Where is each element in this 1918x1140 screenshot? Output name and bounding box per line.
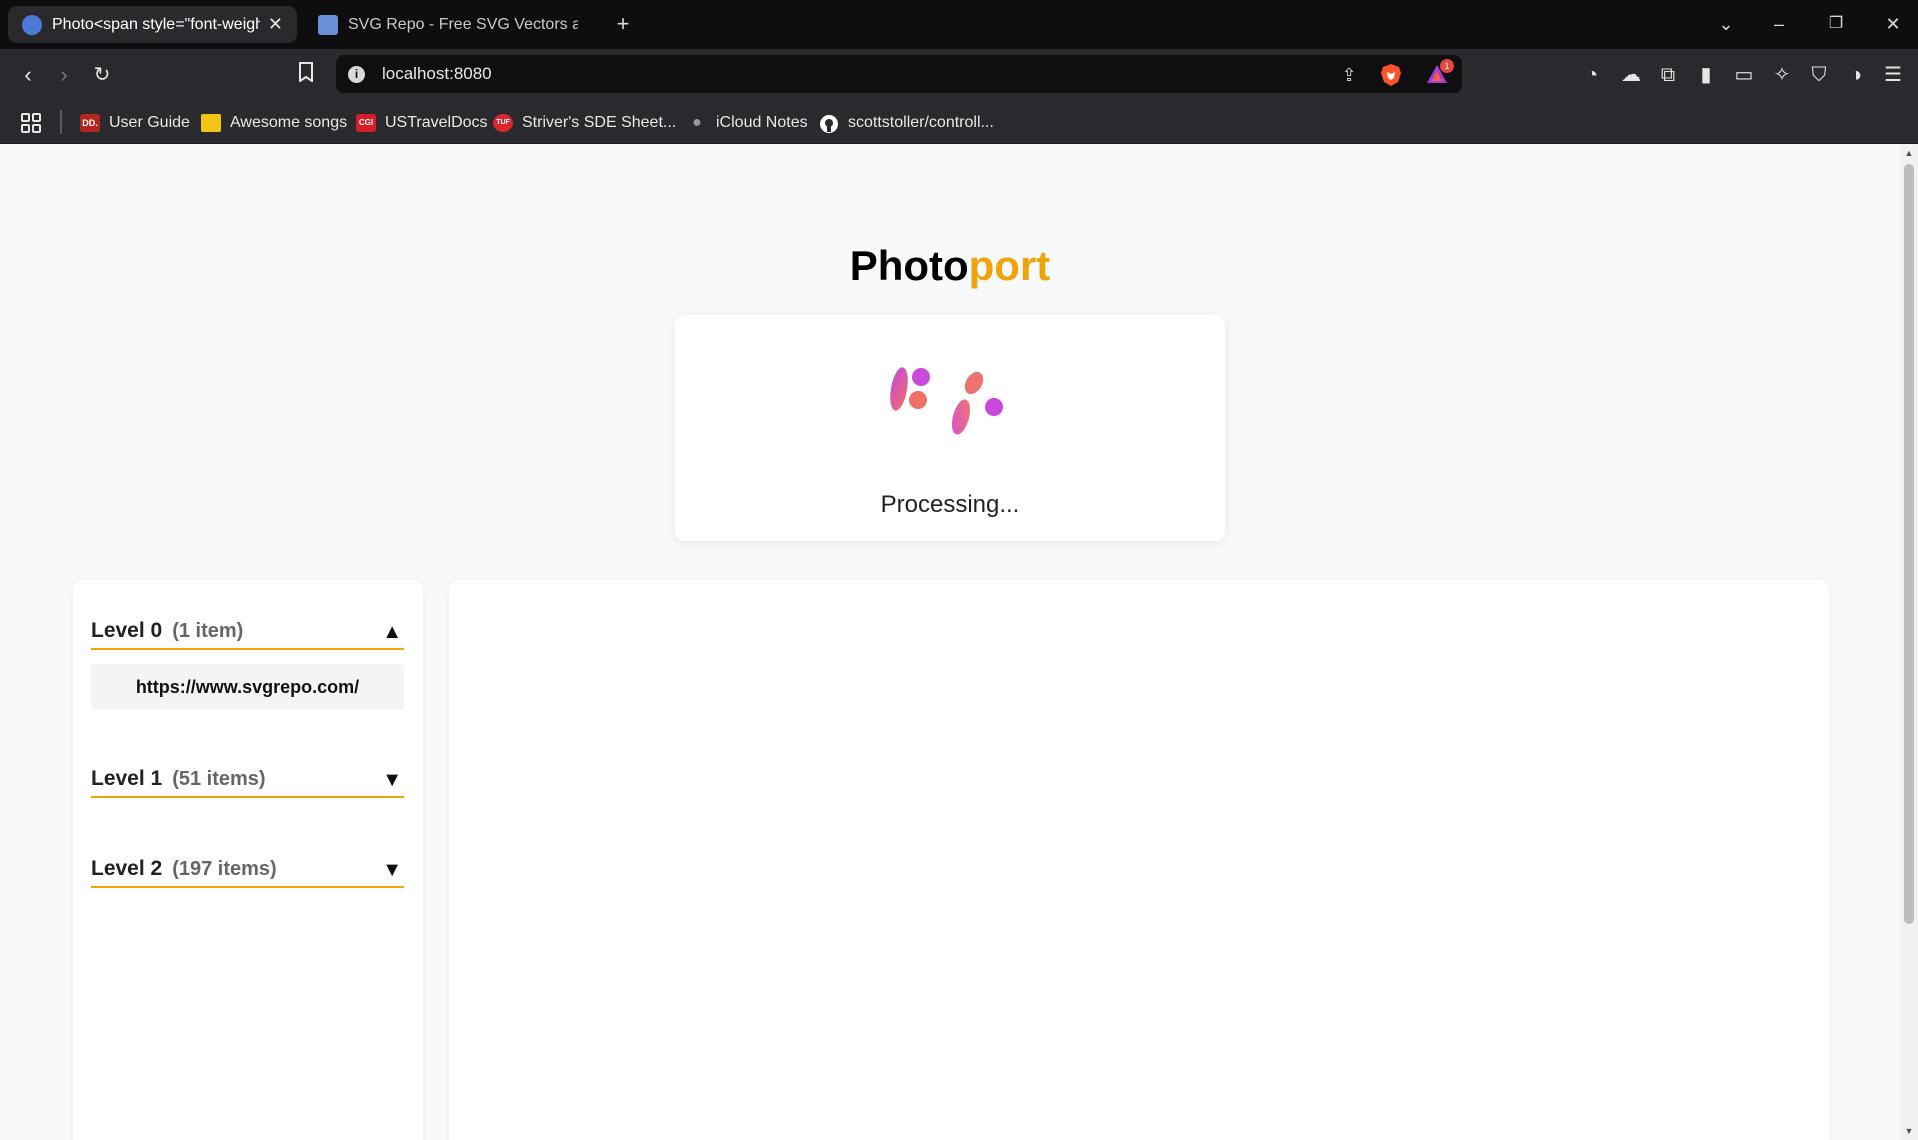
level-0-header[interactable]: Level 0 (1 item) ▲ xyxy=(91,614,404,650)
level-count: (1 item) xyxy=(172,619,244,642)
leo-ai-icon[interactable]: ✧ xyxy=(1768,61,1796,89)
apple-logo-icon: ● xyxy=(692,114,702,131)
share-icon[interactable]: ⇪ xyxy=(1336,62,1362,88)
bookmark-user-guide[interactable]: DD. User Guide xyxy=(80,110,190,136)
dd-logo-icon: DD. xyxy=(80,114,100,132)
bookmark-label: USTravelDocs xyxy=(385,114,488,131)
new-tab-button[interactable]: + xyxy=(609,10,637,38)
svgrepo-favicon-icon xyxy=(318,14,338,35)
tab-title: SVG Repo - Free SVG Vectors and Ic xyxy=(348,15,578,33)
navigation-bar: ‹ › ↻ i localhost:8080 ⇪ 1 ◔ ☁ ⧉ ▮ ▭ ✧ ⛉… xyxy=(0,49,1918,102)
level-name: Level 0 xyxy=(91,619,163,642)
tab-photoport[interactable]: Photo<span style="font-weight ✕ xyxy=(8,6,297,43)
close-window-icon[interactable]: ✕ xyxy=(1879,10,1907,38)
bookmark-label: Awesome songs xyxy=(230,114,348,131)
bookmark-scottstoller[interactable]: scottstoller/controll... xyxy=(819,110,994,136)
tuf-logo-icon: TUF xyxy=(493,114,513,132)
menu-hamburger-icon[interactable]: ☰ xyxy=(1879,61,1907,89)
bookmark-awesome-songs[interactable]: Awesome songs xyxy=(201,110,347,136)
site-info-icon[interactable]: i xyxy=(348,66,365,83)
back-icon[interactable]: ‹ xyxy=(14,61,42,89)
bookmarks-separator xyxy=(60,110,62,134)
bookmark-label: User Guide xyxy=(109,114,190,131)
bookmark-label: iCloud Notes xyxy=(716,114,808,131)
notification-badge: 1 xyxy=(1440,59,1454,73)
scroll-up-arrow-icon[interactable]: ▲ xyxy=(1904,148,1914,158)
collapse-triangle-icon[interactable]: ▲ xyxy=(382,621,402,644)
brave-shields-icon[interactable] xyxy=(1380,63,1402,87)
processing-status: Processing... xyxy=(880,491,1020,518)
apps-grid-icon[interactable] xyxy=(20,110,42,136)
processing-card: Processing... xyxy=(675,315,1225,541)
bookmark-label: scottstoller/controll... xyxy=(848,114,994,131)
tab-strip: Photo<span style="font-weight ✕ SVG Repo… xyxy=(0,0,1918,49)
bookmark-label: Striver's SDE Sheet... xyxy=(522,114,677,131)
bookmark-icon[interactable] xyxy=(292,61,320,89)
cgi-logo-icon: CGI xyxy=(356,114,376,132)
bookmark-icloud-notes[interactable]: ● iCloud Notes xyxy=(687,110,808,136)
level-0-url-item[interactable]: https://www.svgrepo.com/ xyxy=(91,664,404,710)
bookmark-strivers-sde-sheet[interactable]: TUF Striver's SDE Sheet... xyxy=(493,110,676,136)
close-tab-icon[interactable]: ✕ xyxy=(268,14,283,35)
vpn-shield-icon[interactable]: ⛉ xyxy=(1805,61,1833,89)
content-viewer-panel xyxy=(449,580,1829,1140)
level-name: Level 2 xyxy=(91,857,163,880)
minimize-window-icon[interactable]: – xyxy=(1765,10,1793,38)
expand-triangle-icon[interactable]: ▼ xyxy=(382,769,402,792)
scroll-down-arrow-icon[interactable]: ▼ xyxy=(1904,1126,1914,1136)
tab-search-chevron-icon[interactable]: ⌄ xyxy=(1712,10,1740,38)
scrollbar-thumb[interactable] xyxy=(1904,164,1914,924)
brave-rewards-icon[interactable]: 1 xyxy=(1426,59,1454,87)
address-text[interactable]: localhost:8080 xyxy=(382,64,492,84)
folder-icon xyxy=(201,114,221,132)
tab-title: Photo<span style="font-weight xyxy=(52,15,260,33)
restore-window-icon[interactable]: ❐ xyxy=(1822,10,1850,38)
loading-spinner-icon xyxy=(890,367,1003,435)
expand-triangle-icon[interactable]: ▼ xyxy=(382,859,402,882)
extension-leo-icon[interactable]: ◔ xyxy=(1578,61,1606,89)
page-scrollbar[interactable]: ▲ ▼ xyxy=(1900,144,1918,1140)
page-content: Photoport Processing... Level 0 (1 item)… xyxy=(0,144,1900,1140)
level-1-header[interactable]: Level 1 (51 items) ▼ xyxy=(91,762,404,798)
wallet-icon[interactable]: ▭ xyxy=(1730,61,1758,89)
reload-icon[interactable]: ↻ xyxy=(88,61,116,89)
level-count: (51 items) xyxy=(172,767,266,790)
address-bar[interactable]: i localhost:8080 ⇪ 1 xyxy=(336,55,1462,93)
forward-icon[interactable]: › xyxy=(50,61,78,89)
photoport-favicon-icon xyxy=(22,14,42,35)
extension-cloud-icon[interactable]: ☁ xyxy=(1617,61,1645,89)
bookmarks-bar: DD. User Guide Awesome songs CGI USTrave… xyxy=(0,102,1918,144)
profile-avatar-icon[interactable]: ◑ xyxy=(1842,61,1870,89)
sidebar-toggle-icon[interactable]: ▮ xyxy=(1692,61,1720,89)
tab-svgrepo[interactable]: SVG Repo - Free SVG Vectors and Ic xyxy=(304,6,592,43)
page-title: Photoport xyxy=(0,242,1900,290)
level-name: Level 1 xyxy=(91,767,163,790)
extensions-puzzle-icon[interactable]: ⧉ xyxy=(1654,61,1682,89)
level-2-header[interactable]: Level 2 (197 items) ▼ xyxy=(91,852,404,888)
title-accent: port xyxy=(968,242,1051,289)
level-count: (197 items) xyxy=(172,857,277,880)
title-main: Photo xyxy=(849,242,969,289)
github-icon xyxy=(819,114,839,133)
bookmark-ustraveldocs[interactable]: CGI USTravelDocs xyxy=(356,110,488,136)
